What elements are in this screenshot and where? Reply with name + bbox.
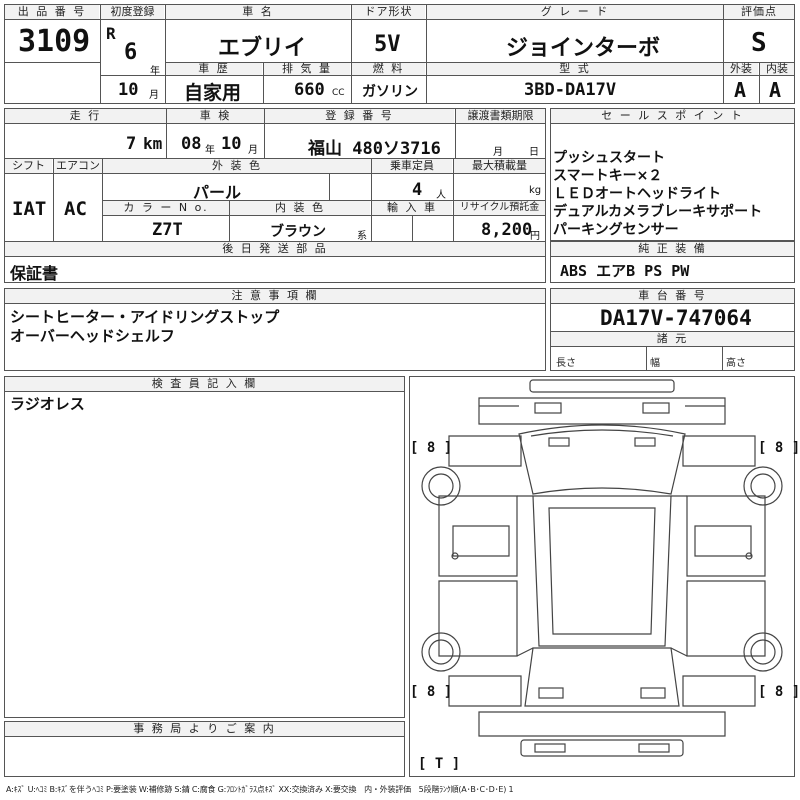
- note-line: シートヒーター・アイドリングストップ: [10, 308, 280, 326]
- sales-point: ＬＥＤオートヘッドライト: [553, 186, 721, 202]
- inspection-year-unit: 年: [205, 145, 215, 156]
- equipment-label: 純 正 装 備: [551, 242, 794, 256]
- shift-label: シフト: [5, 159, 52, 173]
- recycle-unit: 円: [530, 231, 540, 242]
- inspector-label: 検 査 員 記 入 欄: [5, 377, 404, 391]
- color-no-label: カ ラ ー N o.: [103, 201, 229, 215]
- car-name-label: 車 名: [166, 5, 350, 19]
- car-diagram: [421, 379, 783, 757]
- ext-color-label: 外 装 色: [103, 159, 371, 173]
- sales-point: スマートキー×２: [553, 168, 663, 184]
- car-name: エブリイ: [218, 36, 307, 61]
- exterior-label: 外装: [724, 63, 758, 75]
- fuel-label: 燃 料: [352, 63, 425, 75]
- transfer-deadline-label: 譲渡書類期限: [456, 109, 545, 123]
- max-load-label: 最大積載量: [454, 159, 545, 173]
- score: S: [751, 28, 767, 58]
- transfer-day-unit: 日: [529, 147, 539, 158]
- first-reg-year: 6: [124, 40, 138, 65]
- later-parts-label: 後 日 発 送 部 品: [5, 242, 545, 256]
- notes-label: 注 意 事 項 欄: [5, 289, 545, 303]
- int-color: ブラウン: [270, 224, 326, 240]
- door-type: 5V: [374, 32, 401, 57]
- color-no: Z7T: [152, 220, 183, 240]
- chassis-number: DA17V-747064: [600, 306, 752, 330]
- sales-point: パーキングセンサー: [553, 222, 679, 238]
- office-label: 事 務 局 よ り ご 案 内: [5, 722, 404, 736]
- int-color-label: 内 装 色: [230, 201, 370, 215]
- tire-rear-left: [ 8 ]: [410, 684, 453, 700]
- mileage-label: 走 行: [5, 109, 166, 123]
- grade-label: グ レ ー ド: [427, 5, 723, 19]
- displacement-unit: CC: [332, 88, 345, 98]
- note-line: オーバーヘッドシェルフ: [10, 327, 175, 345]
- displacement-label: 排 気 量: [264, 63, 350, 75]
- tire-front-right: [ 8 ]: [758, 440, 800, 456]
- sales-points-label: セ ー ル ス ポ イ ン ト: [551, 109, 794, 123]
- recycle-label: リサイクル預託金: [454, 201, 545, 215]
- int-color-unit: 系: [357, 231, 367, 242]
- mileage: 7: [126, 134, 137, 154]
- displacement: 660: [294, 80, 325, 100]
- inspection-year: 08: [181, 134, 202, 154]
- sales-points-list: プッシュスタート スマートキー×２ ＬＥＤオートヘッドライト デュアルカメラブレ…: [553, 149, 762, 239]
- inspector-block: [4, 376, 405, 718]
- length-label: 長さ: [556, 358, 576, 369]
- fuel: ガソリン: [362, 84, 418, 100]
- spare-tire: [ T ]: [418, 756, 461, 772]
- lot-number: 3109: [18, 24, 91, 59]
- ac-label: エアコン: [54, 159, 102, 173]
- capacity-unit: 人: [436, 190, 446, 201]
- dims-label: 諸 元: [551, 332, 794, 346]
- model-label: 型 式: [427, 63, 723, 75]
- mileage-unit: km: [143, 134, 163, 153]
- recycle: 8,200: [481, 220, 533, 240]
- width-label: 幅: [650, 358, 660, 369]
- transfer-month-unit: 月: [493, 147, 503, 158]
- score-label: 評価点: [724, 5, 794, 19]
- lot-number-label: 出 品 番 号: [5, 5, 99, 19]
- ac: AC: [64, 198, 87, 220]
- door-label: ドア形状: [352, 5, 425, 19]
- tire-rear-right: [ 8 ]: [758, 684, 800, 700]
- inspection-month: 10: [221, 134, 242, 154]
- tire-front-left: [ 8 ]: [410, 440, 453, 456]
- chassis-label: 車 台 番 号: [551, 289, 794, 303]
- reg-number: 福山 480ソ3716: [308, 139, 441, 159]
- inspection-label: 車 検: [167, 109, 264, 123]
- import-label: 輸 入 車: [372, 201, 452, 215]
- legend: A:ｷｽﾞ U:ﾍｺﾐ B:ｷｽﾞを伴うﾍｺﾐ P:要塗装 W:補修跡 S:錆 …: [6, 785, 514, 794]
- grade: ジョインターボ: [506, 36, 661, 61]
- max-load-unit: kg: [529, 185, 542, 196]
- exterior-score: A: [734, 78, 747, 102]
- inspection-month-unit: 月: [248, 145, 258, 156]
- history: 自家用: [184, 82, 242, 104]
- first-reg-month: 10: [118, 80, 139, 100]
- first-registration-label: 初度登録: [101, 5, 164, 19]
- history-label: 車 歴: [166, 63, 262, 75]
- month-unit: 月: [149, 90, 159, 101]
- sales-point: プッシュスタート: [553, 150, 665, 166]
- shift: IAT: [12, 198, 47, 220]
- later-parts: 保証書: [10, 264, 59, 283]
- reg-number-label: 登 録 番 号: [265, 109, 454, 123]
- sales-point: デュアルカメラブレーキサポート: [553, 204, 763, 220]
- inspector-text: ラジオレス: [10, 395, 85, 413]
- equipment: ABS エアB PS PW: [560, 262, 690, 280]
- capacity: 4: [412, 180, 423, 200]
- capacity-label: 乗車定員: [372, 159, 452, 173]
- height-label: 高さ: [726, 358, 746, 369]
- interior-label: 内装: [760, 63, 794, 75]
- interior-score: A: [769, 78, 782, 102]
- model: 3BD-DA17V: [524, 80, 617, 100]
- era: R: [106, 24, 116, 43]
